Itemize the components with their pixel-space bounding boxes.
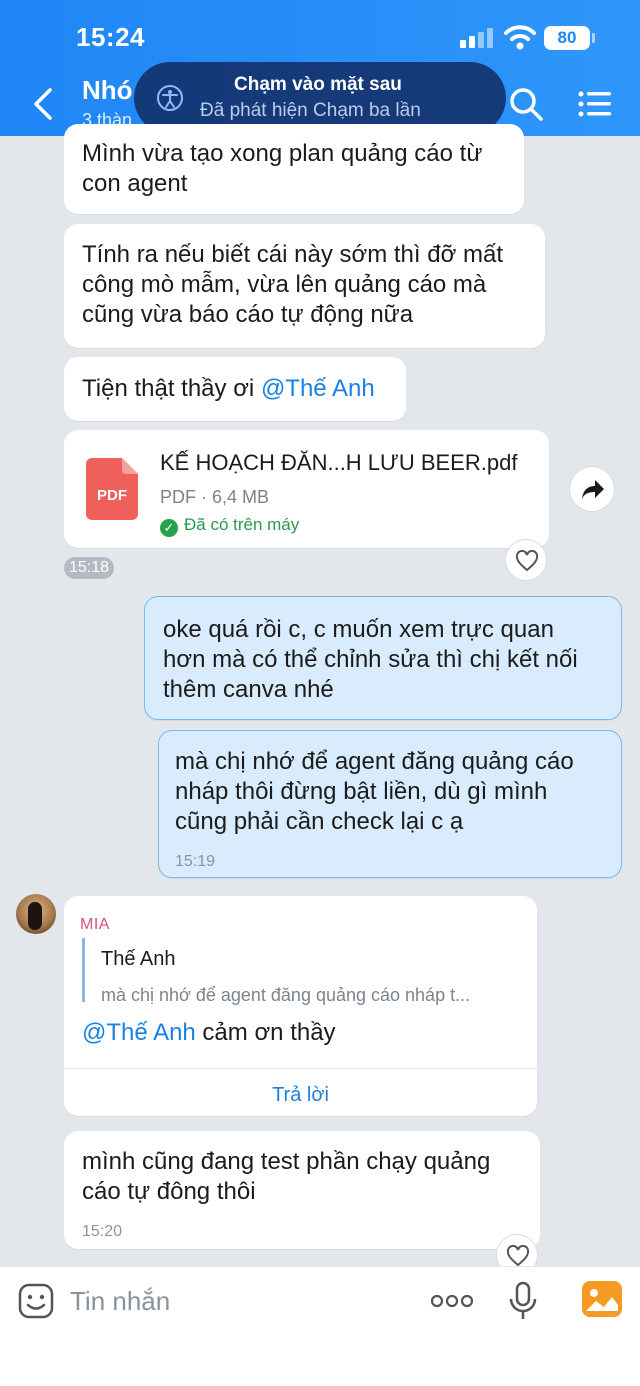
message-text: mình cũng đang test phần chạy quảng — [82, 1148, 491, 1175]
message-text: cũng phải cần check lại c ạ — [175, 808, 464, 835]
back-button[interactable] — [30, 86, 58, 122]
cellular-signal-icon — [460, 28, 494, 48]
message-text: nháp thôi đừng bật liền, dù gì mình — [175, 778, 548, 805]
react-button[interactable] — [505, 539, 547, 581]
search-icon[interactable] — [508, 86, 544, 122]
message-bubble[interactable]: Tiện thật thầy ơi @Thế Anh — [64, 357, 406, 421]
heart-icon — [506, 1245, 530, 1267]
message-timestamp: 15:20 — [82, 1223, 123, 1240]
chat-header: 15:24 80 Nhó 3 thàn Chạm vào mặt sau Đã … — [0, 0, 640, 136]
message-timestamp: 15:18 — [64, 557, 114, 579]
message-composer — [0, 1266, 640, 1386]
message-text: @Thế Anh cảm ơn thầy — [82, 1018, 336, 1048]
file-meta: PDF · 6,4 MB — [160, 487, 270, 507]
message-bubble[interactable]: Mình vừa tạo xong plan quảng cáo từ con … — [64, 124, 524, 214]
quote-author: Thế Anh — [101, 948, 176, 970]
file-status-text: Đã có trên máy — [184, 515, 300, 534]
reply-message-bubble[interactable]: MIA Thế Anh mà chị nhớ để agent đăng quả… — [64, 896, 537, 1116]
forward-arrow-icon — [582, 480, 604, 499]
wifi-icon — [504, 25, 536, 50]
toast-subtitle: Đã phát hiện Chạm ba lần — [200, 100, 421, 121]
pdf-file-icon: PDF — [86, 458, 138, 520]
menu-list-icon[interactable] — [578, 90, 612, 118]
chat-title[interactable]: Nhó — [82, 75, 133, 106]
status-time: 15:24 — [76, 22, 145, 52]
message-bubble[interactable]: mình cũng đang test phần chạy quảng cáo … — [64, 1131, 540, 1249]
quoted-message[interactable]: Thế Anh mà chị nhớ để agent đăng quảng c… — [82, 938, 512, 1005]
mention-link[interactable]: @Thế Anh — [82, 1019, 196, 1046]
message-text: cũng vừa báo cáo tự động nữa — [82, 301, 414, 328]
sender-name[interactable]: MIA — [80, 910, 110, 940]
avatar[interactable] — [16, 894, 56, 934]
message-input[interactable] — [70, 1281, 390, 1321]
forward-button[interactable] — [569, 466, 615, 512]
my-message-bubble[interactable]: oke quá rồi c, c muốn xem trực quan hơn … — [144, 596, 622, 720]
message-text-plain: cảm ơn thầy — [195, 1019, 336, 1046]
message-text: Mình vừa tạo xong plan quảng cáo từ — [82, 140, 483, 167]
message-text: cáo tự đông thôi — [82, 1178, 256, 1205]
heart-icon — [515, 550, 539, 572]
microphone-icon[interactable] — [508, 1281, 538, 1321]
battery-cap — [592, 33, 595, 43]
image-gallery-icon[interactable] — [582, 1281, 622, 1317]
message-text: hơn mà có thể chỉnh sửa thì chị kết nối — [163, 646, 578, 673]
message-text: mà chị nhớ để agent đăng quảng cáo — [175, 748, 574, 775]
quote-text: mà chị nhớ để agent đăng quảng cáo nháp … — [101, 985, 471, 1005]
file-attachment[interactable]: PDF KẾ HOẠCH ĐĂN...H LƯU BEER.pdf PDF · … — [64, 430, 549, 548]
sticker-emoji-icon[interactable] — [18, 1283, 54, 1319]
message-text: công mò mẫm, vừa lên quảng cáo mà — [82, 271, 487, 298]
mention-link[interactable]: @Thế Anh — [261, 375, 375, 402]
pdf-icon-label: PDF — [97, 487, 127, 504]
battery-indicator: 80 — [544, 26, 590, 50]
accessibility-icon — [157, 85, 183, 111]
message-text-plain: Tiện thật thầy ơi — [82, 375, 261, 402]
message-timestamp: 15:19 — [175, 853, 216, 870]
message-text: thêm canva nhé — [163, 676, 334, 703]
my-message-bubble[interactable]: mà chị nhớ để agent đăng quảng cáo nháp … — [158, 730, 622, 878]
check-circle-icon: ✓ — [160, 519, 178, 537]
file-name: KẾ HOẠCH ĐĂN...H LƯU BEER.pdf — [160, 450, 518, 475]
reply-button[interactable]: Trả lời — [64, 1080, 537, 1110]
message-text: oke quá rồi c, c muốn xem trực quan — [163, 616, 554, 643]
message-text: con agent — [82, 170, 188, 197]
more-options-icon[interactable] — [430, 1287, 474, 1315]
message-bubble[interactable]: Tính ra nếu biết cái này sớm thì đỡ mất … — [64, 224, 545, 348]
divider — [64, 1068, 537, 1069]
file-download-status: ✓ Đã có trên máy — [160, 510, 299, 540]
message-text: Tiện thật thầy ơi @Thế Anh — [82, 374, 375, 404]
message-text: Tính ra nếu biết cái này sớm thì đỡ mất — [82, 241, 503, 268]
toast-title: Chạm vào mặt sau — [234, 74, 402, 95]
